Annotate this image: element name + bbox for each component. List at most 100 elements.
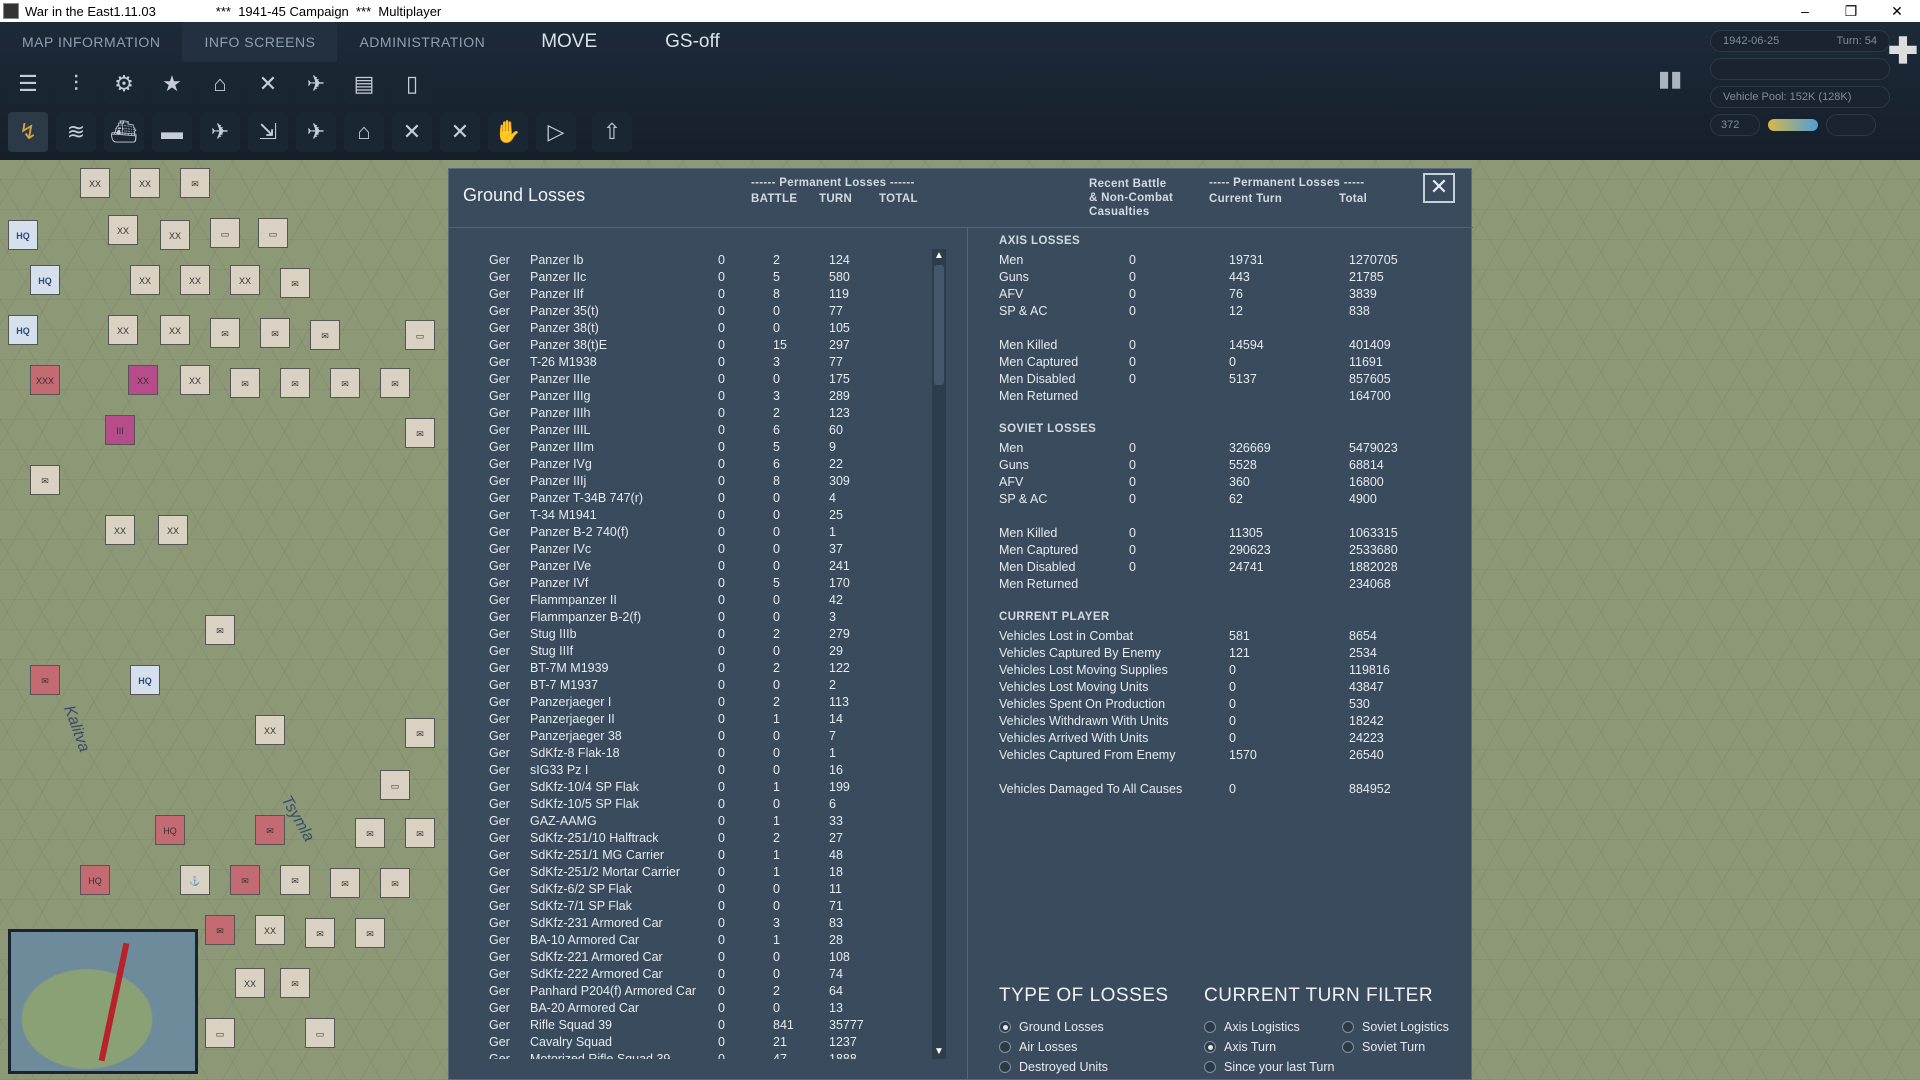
table-row[interactable]: Ger Flammpanzer B-2(f) 0 0 3 [479,610,949,627]
map-unit[interactable]: HQ [8,220,38,250]
city-bombing-icon[interactable]: ⌂ [344,112,384,152]
minimize-button[interactable]: – [1782,0,1828,22]
table-row[interactable]: Ger SdKfz-251/1 MG Carrier 0 1 48 [479,848,949,865]
air-icon[interactable]: ✈ [296,64,336,104]
table-row[interactable]: Ger Panzer IIIg 0 3 289 [479,389,949,406]
map-unit[interactable]: ✉ [310,320,340,350]
table-row[interactable]: Ger SdKfz-222 Armored Car 0 0 74 [479,967,949,984]
map-unit[interactable]: HQ [30,265,60,295]
losses-table[interactable]: Ger Panzer Ib 0 2 124 Ger Panzer IIc 0 5 580 Ger Pa… [479,253,949,1059]
map-unit[interactable]: ✉ [205,915,235,945]
commander-icon[interactable]: ⌂ [200,64,240,104]
map-unit[interactable]: ✉ [355,918,385,948]
table-row[interactable]: Ger Rifle Squad 39 0 841 35777 [479,1018,949,1035]
table-row[interactable]: Ger BA-10 Armored Car 0 1 28 [479,933,949,950]
table-row[interactable]: Ger Panzer IIf 0 8 119 [479,287,949,304]
map-unit[interactable]: XX [80,168,110,198]
table-row[interactable]: Ger Panzer IIIm 0 5 9 [479,440,949,457]
turn-filter-option[interactable]: Soviet Turn [1342,1037,1462,1057]
table-row[interactable]: Ger Panzer 38(t)E 0 15 297 [479,338,949,355]
map-unit[interactable]: ✉ [280,368,310,398]
turn-filter-option[interactable]: Axis Logistics [1204,1017,1342,1037]
map-unit[interactable]: XX [158,515,188,545]
upload-icon[interactable]: ⇧ [592,112,632,152]
restore-button[interactable]: ❐ [1828,0,1874,22]
table-row[interactable]: Ger Panzer T-34B 747(r) 0 0 4 [479,491,949,508]
map-unit[interactable]: XXX [30,365,60,395]
combat-icon[interactable]: ✕ [248,64,288,104]
table-row[interactable]: Ger BA-20 Armored Car 0 0 13 [479,1001,949,1018]
map-unit[interactable]: XX [180,265,210,295]
table-row[interactable]: Ger Panzer IVc 0 0 37 [479,542,949,559]
table-row[interactable]: Ger Panzer B-2 740(f) 0 0 1 [479,525,949,542]
gs-toggle[interactable]: GS-off [631,31,754,53]
map-unit[interactable]: HQ [130,665,160,695]
map-unit[interactable]: ✉ [180,168,210,198]
scroll-thumb[interactable] [934,265,944,385]
table-row[interactable]: Ger sIG33 Pz I 0 0 16 [479,763,949,780]
radio-button-icon[interactable] [1342,1021,1354,1033]
map-unit[interactable]: ✉ [405,418,435,448]
map-unit[interactable]: ✉ [305,918,335,948]
map-unit[interactable]: ✉ [230,865,260,895]
table-row[interactable]: Ger SdKfz-10/4 SP Flak 0 1 199 [479,780,949,797]
map-unit[interactable]: ⚓ [180,865,210,895]
table-row[interactable]: Ger SdKfz-7/1 SP Flak 0 0 71 [479,899,949,916]
table-row[interactable]: Ger Panzerjaeger II 0 1 14 [479,712,949,729]
map-unit[interactable]: ▭ [205,1018,235,1048]
map-unit[interactable]: XX [128,365,158,395]
loss-type-option[interactable]: Destroyed Units [999,1057,1169,1077]
play-icon[interactable]: ▷ [536,112,576,152]
map-unit[interactable]: ✉ [230,368,260,398]
loss-type-option[interactable]: Air Losses [999,1037,1169,1057]
table-row[interactable]: Ger Panzer 38(t) 0 0 105 [479,321,949,338]
air-superiority-icon[interactable]: ✈ [200,112,240,152]
map-unit[interactable]: ✉ [330,368,360,398]
menu-info-screens[interactable]: INFO SCREENS [182,22,338,62]
map-unit[interactable]: ▭ [305,1018,335,1048]
ground-unit-icon[interactable]: ≋ [56,112,96,152]
map-unit[interactable]: ✉ [280,268,310,298]
map-unit[interactable]: ▭ [258,218,288,248]
radio-button-icon[interactable] [1342,1041,1354,1053]
table-row[interactable]: Ger Panzerjaeger I 0 2 113 [479,695,949,712]
radio-button-icon[interactable] [999,1041,1011,1053]
radio-button-icon[interactable] [999,1021,1011,1033]
naval-icon[interactable]: ⛴ [104,112,144,152]
mode-move[interactable]: MOVE [507,31,631,53]
map-unit[interactable]: ✉ [380,368,410,398]
close-dialog-button[interactable]: ✕ [1423,173,1455,203]
map-unit[interactable]: ✉ [210,318,240,348]
map-unit[interactable]: HQ [80,865,110,895]
table-row[interactable]: Ger Panzer IIIL 0 6 60 [479,423,949,440]
table-row[interactable]: Ger Panzer IVg 0 6 22 [479,457,949,474]
recon-icon[interactable]: ✕ [440,112,480,152]
table-row[interactable]: Ger Stug IIIb 0 2 279 [479,627,949,644]
map-unit[interactable]: III [105,415,135,445]
table-row[interactable]: Ger SdKfz-8 Flak-18 0 0 1 [479,746,949,763]
table-row[interactable]: Ger Panhard P204(f) Armored Car 0 2 64 [479,984,949,1001]
table-row[interactable]: Ger Panzer IIc 0 5 580 [479,270,949,287]
turn-filter-option[interactable]: Since your last Turn [1204,1057,1342,1077]
radio-button-icon[interactable] [1204,1021,1216,1033]
table-row[interactable]: Ger Panzer IIIh 0 2 123 [479,406,949,423]
partisan-icon[interactable]: ✋ [488,112,528,152]
map-unit[interactable]: ▭ [210,218,240,248]
map-unit[interactable]: XX [160,220,190,250]
table-row[interactable]: Ger Panzer IIIe 0 0 175 [479,372,949,389]
table-row[interactable]: Ger GAZ-AAMG 0 1 33 [479,814,949,831]
map-unit[interactable]: XX [180,365,210,395]
table-row[interactable]: Ger BT-7 M1937 0 0 2 [479,678,949,695]
table-row[interactable]: Ger SdKfz-231 Armored Car 0 3 83 [479,916,949,933]
map-unit[interactable]: XX [255,715,285,745]
sliders-icon[interactable]: ⫶ [56,64,96,104]
transport-icon[interactable]: ▬ [152,112,192,152]
map-unit[interactable]: XX [230,265,260,295]
table-row[interactable]: Ger Panzer Ib 0 2 124 [479,253,949,270]
table-row[interactable]: Ger Panzer IIIj 0 8 309 [479,474,949,491]
map-unit[interactable]: HQ [155,815,185,845]
map-unit[interactable]: XX [235,968,265,998]
map-unit[interactable]: ✉ [30,665,60,695]
map-unit[interactable]: ✉ [380,868,410,898]
map-unit[interactable]: XX [108,215,138,245]
